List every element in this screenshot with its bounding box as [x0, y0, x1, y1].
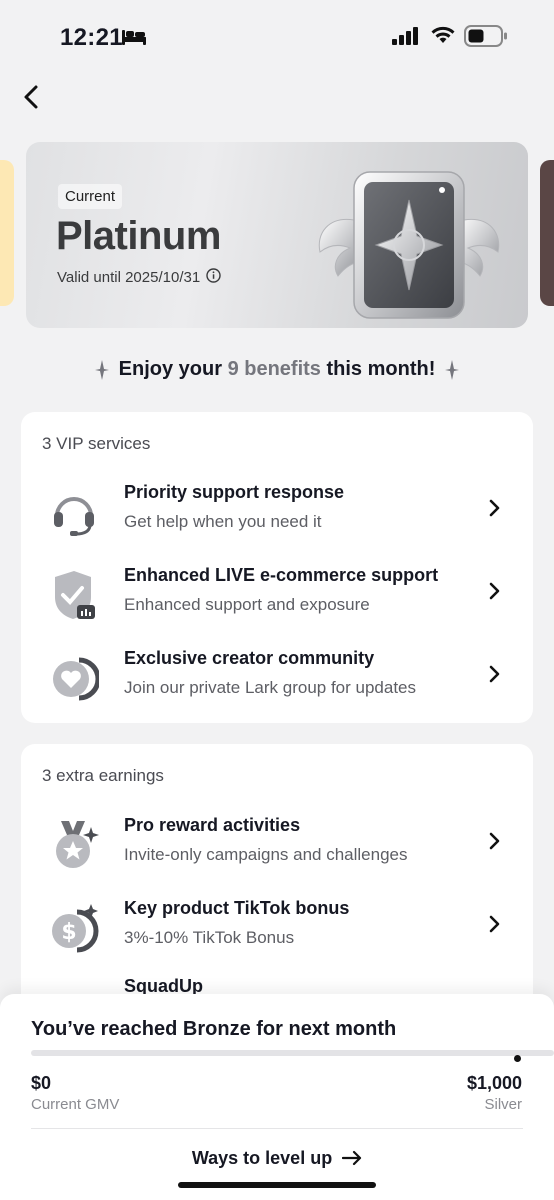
target-gmv-value: $1,000: [466, 1073, 522, 1093]
progress-marker: [514, 1055, 521, 1062]
chevron-right-icon: [487, 498, 501, 523]
benefits-headline: Enjoy your 9 benefits this month!: [0, 358, 554, 381]
sparkle-icon: [445, 359, 460, 380]
tier-name: Platinum: [56, 214, 221, 258]
row-subtitle: Get help when you need it: [124, 512, 322, 531]
arrow-right-icon: [342, 1150, 362, 1166]
row-subtitle: Join our private Lark group for updates: [124, 678, 417, 697]
previous-tier-card[interactable]: [0, 160, 14, 306]
chevron-right-icon: [487, 581, 501, 606]
headline-text: Enjoy your 9 benefits this month!: [119, 358, 436, 381]
battery-icon: [464, 25, 508, 52]
target-tier-label: Silver: [484, 1096, 522, 1113]
platinum-winged-badge-icon: [314, 164, 504, 327]
row-subtitle: 3%-10% TikTok Bonus: [124, 928, 295, 947]
status-time: 12:21: [60, 24, 123, 51]
earning-row-tiktok-bonus[interactable]: $ Key product TikTok bonus 3%-10% TikTok…: [21, 898, 533, 968]
ways-to-level-up-button[interactable]: Ways to level up: [0, 1142, 554, 1174]
row-title: Pro reward activities: [124, 815, 301, 835]
chevron-left-icon: [24, 85, 38, 109]
back-button[interactable]: [16, 82, 46, 112]
current-tier-card: Current Platinum Valid until 2025/10/31: [26, 142, 528, 328]
service-row-creator-community[interactable]: Exclusive creator community Join our pri…: [21, 648, 533, 718]
row-title: Enhanced LIVE e-commerce support: [124, 565, 439, 585]
level-up-label: Ways to level up: [191, 1147, 333, 1168]
current-gmv-value: $0: [31, 1073, 52, 1093]
sheet-title: You’ve reached Bronze for next month: [31, 1018, 397, 1040]
dollar-coin-icon: $: [49, 904, 99, 954]
headline-prefix: Enjoy your: [118, 358, 222, 380]
chevron-right-icon: [487, 831, 501, 856]
row-title: Priority support response: [124, 482, 345, 502]
status-bar: 12:21: [0, 0, 554, 70]
card-title: 3 extra earnings: [42, 766, 164, 785]
heart-chat-icon: [49, 654, 101, 704]
home-indicator: [178, 1182, 376, 1188]
service-row-priority-support[interactable]: Priority support response Get help when …: [21, 482, 533, 552]
headset-icon: [49, 488, 99, 538]
headline-highlight: 9 benefits: [227, 358, 321, 380]
bed-icon: [121, 28, 147, 51]
card-title: 3 VIP services: [42, 434, 151, 453]
row-subtitle: Enhanced support and exposure: [124, 595, 370, 614]
row-subtitle: Invite-only campaigns and challenges: [124, 845, 408, 864]
sparkle-icon: [94, 359, 109, 380]
earning-row-pro-reward[interactable]: Pro reward activities Invite-only campai…: [21, 815, 533, 885]
row-title: Key product TikTok bonus: [124, 898, 350, 918]
current-badge: Current: [58, 184, 123, 209]
gmv-progress-bar: [31, 1050, 554, 1056]
validity-row: Valid until 2025/10/31: [57, 268, 221, 287]
medal-star-icon: [49, 821, 99, 871]
headline-suffix: this month!: [326, 358, 436, 380]
cellular-signal-icon: [392, 27, 420, 50]
current-gmv-label: Current GMV: [31, 1096, 120, 1113]
svg-text:$: $: [61, 920, 76, 945]
service-row-live-support[interactable]: Enhanced LIVE e-commerce support Enhance…: [21, 565, 533, 635]
wifi-icon: [430, 25, 456, 50]
level-progress-sheet: You’ve reached Bronze for next month $0 …: [0, 994, 554, 1200]
vip-services-card: 3 VIP services Priority support response…: [21, 412, 533, 723]
next-tier-card[interactable]: [540, 160, 554, 306]
valid-until-text: Valid until 2025/10/31: [57, 269, 201, 286]
chevron-right-icon: [487, 914, 501, 939]
row-title: Exclusive creator community: [124, 648, 375, 668]
info-icon[interactable]: [206, 268, 221, 287]
shield-check-live-icon: [49, 571, 99, 621]
chevron-right-icon: [487, 664, 501, 689]
divider: [31, 1128, 523, 1129]
